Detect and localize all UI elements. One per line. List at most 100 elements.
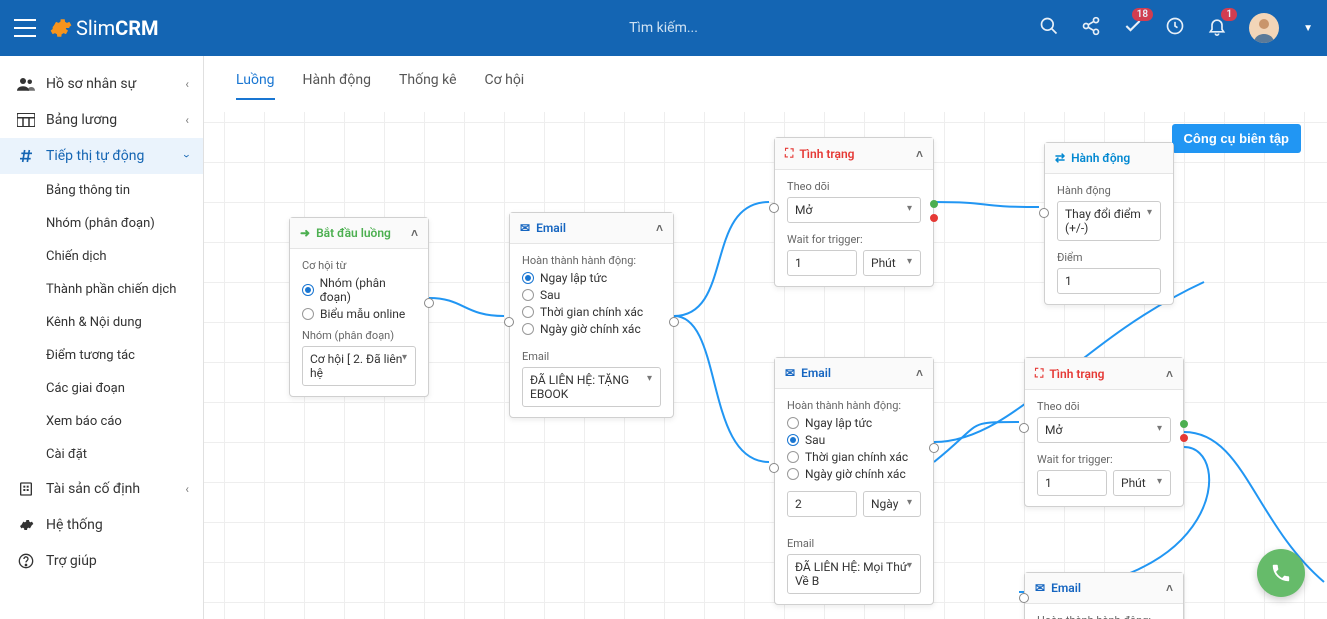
email-label: Email — [522, 350, 661, 363]
track-label: Theo dõi — [1037, 400, 1171, 413]
sidebar-label: Tiếp thị tự động — [46, 148, 144, 164]
sidebar-item-payroll[interactable]: Bảng lương ‹ — [0, 102, 203, 138]
collapse-icon[interactable]: ˄ — [1166, 367, 1173, 381]
sidebar-item-marketing[interactable]: Tiếp thị tự động › — [0, 138, 203, 174]
sub-segments[interactable]: Nhóm (phân đoạn) — [0, 207, 203, 240]
help-icon — [14, 553, 38, 569]
sidebar-item-help[interactable]: Trợ giúp — [0, 543, 203, 579]
sidebar-item-assets[interactable]: Tài sản cố định ‹ — [0, 471, 203, 507]
search-placeholder[interactable]: Tìm kiếm... — [629, 20, 698, 36]
track-select[interactable]: Mở — [787, 197, 921, 223]
sidebar: Hồ sơ nhân sự ‹ Bảng lương ‹ Tiếp thị tự… — [0, 56, 204, 619]
brand-suffix: CRM — [115, 16, 158, 40]
collapse-icon[interactable]: ˄ — [1166, 581, 1173, 595]
node-status-2[interactable]: ⛶ Tình trạng ˄ Theo dõi Mở Wait for trigge… — [1024, 357, 1184, 507]
sub-stages[interactable]: Các giai đoạn — [0, 372, 203, 405]
sub-dashboard[interactable]: Bảng thông tin — [0, 174, 203, 207]
start-icon: ➜ — [300, 226, 310, 240]
node-title: Email — [536, 221, 566, 235]
sub-components[interactable]: Thành phần chiến dịch — [0, 273, 203, 306]
clock-icon[interactable] — [1165, 16, 1185, 40]
tab-opportunity[interactable]: Cơ hội — [485, 72, 525, 100]
node-email-1[interactable]: ✉Email˄ Hoàn thành hành động: Ngay lập t… — [509, 212, 674, 418]
point-input[interactable]: 1 — [1057, 268, 1161, 294]
radio-segment[interactable]: Nhóm (phân đoạn) — [302, 276, 416, 304]
sub-campaigns[interactable]: Chiến dịch — [0, 240, 203, 273]
tab-actions[interactable]: Hành động — [303, 72, 371, 100]
user-menu-caret[interactable]: ▼ — [1303, 23, 1313, 34]
flow-canvas[interactable]: Công cụ biên tập ➜ Bắt đầu luồng ˄ Cơ hội … — [204, 112, 1327, 619]
collapse-icon[interactable]: ˄ — [656, 221, 663, 235]
building-icon — [14, 481, 38, 497]
radio-after[interactable]: Sau — [522, 288, 661, 302]
node-email-2[interactable]: ✉ Email ˄ Hoàn thành hành động: Ngay lập t… — [774, 357, 934, 605]
radio-exact-date[interactable]: Ngày giờ chính xác — [787, 467, 921, 481]
segment-label: Nhóm (phân đoạn) — [302, 329, 416, 342]
editor-tools-button[interactable]: Công cụ biên tập — [1172, 124, 1301, 153]
search-icon[interactable] — [1039, 16, 1059, 40]
node-start[interactable]: ➜Bắt đầu luồng˄ Cơ hội từ Nhóm (phân đoạ… — [289, 217, 429, 397]
sub-reports[interactable]: Xem báo cáo — [0, 405, 203, 438]
node-status-1[interactable]: ⛶Tình trạng˄ Theo dõi Mở Wait for trigge… — [774, 137, 934, 287]
email-icon: ✉ — [785, 366, 795, 380]
sub-points[interactable]: Điểm tương tác — [0, 339, 203, 372]
share-icon[interactable] — [1081, 16, 1101, 40]
sub-channels[interactable]: Kênh & Nội dung — [0, 306, 203, 339]
sidebar-label: Trợ giúp — [46, 553, 97, 569]
node-email-3[interactable]: ✉Email˄ Hoàn thành hành động: — [1024, 572, 1184, 619]
email-select[interactable]: ĐÃ LIÊN HỆ: Mọi Thứ Về B — [787, 554, 921, 594]
table-icon — [14, 113, 38, 127]
track-select[interactable]: Mở — [1037, 417, 1171, 443]
node-title: Tình trạng — [1049, 367, 1104, 381]
point-label: Điểm — [1057, 251, 1161, 264]
sidebar-label: Tài sản cố định — [46, 481, 140, 497]
delay-unit[interactable]: Ngày — [863, 491, 921, 517]
sub-settings[interactable]: Cài đặt — [0, 438, 203, 471]
wait-num[interactable]: 1 — [787, 250, 857, 276]
email-icon: ✉ — [1035, 581, 1045, 595]
complete-label: Hoàn thành hành động: — [1037, 614, 1171, 619]
radio-exact-time[interactable]: Thời gian chính xác — [522, 305, 661, 319]
phone-icon — [1270, 562, 1292, 584]
brand-logo[interactable]: SlimCRM — [48, 16, 159, 40]
radio-exact-time[interactable]: Thời gian chính xác — [787, 450, 921, 464]
node-title: Email — [801, 366, 831, 380]
check-badge: 18 — [1132, 8, 1153, 21]
node-title: Bắt đầu luồng — [316, 226, 391, 240]
radio-after[interactable]: Sau — [787, 433, 921, 447]
node-action[interactable]: ⇄Hành động Hành động Thay đổi điểm (+/-)… — [1044, 142, 1174, 305]
tab-flow[interactable]: Luồng — [236, 72, 275, 100]
sidebar-label: Bảng lương — [46, 112, 117, 128]
node-title: Hành động — [1071, 151, 1130, 165]
wait-label: Wait for trigger: — [1037, 453, 1171, 466]
email-select[interactable]: ĐÃ LIÊN HỆ: TẶNG EBOOK — [522, 367, 661, 407]
collapse-icon[interactable]: ˄ — [916, 147, 923, 161]
chevron-left-icon: ‹ — [185, 482, 189, 496]
wait-num[interactable]: 1 — [1037, 470, 1107, 496]
sidebar-item-system[interactable]: Hệ thống — [0, 507, 203, 543]
main: Luồng Hành động Thống kê Cơ hội Công cụ … — [204, 56, 1327, 619]
action-select[interactable]: Thay đổi điểm (+/-) — [1057, 201, 1161, 241]
radio-form[interactable]: Biểu mẫu online — [302, 307, 416, 321]
radio-immediate[interactable]: Ngay lập tức — [522, 271, 661, 285]
wait-label: Wait for trigger: — [787, 233, 921, 246]
delay-num[interactable]: 2 — [787, 491, 857, 517]
tab-stats[interactable]: Thống kê — [399, 72, 457, 100]
avatar[interactable] — [1249, 13, 1279, 43]
wait-unit[interactable]: Phút — [863, 250, 921, 276]
collapse-icon[interactable]: ˄ — [411, 226, 418, 240]
bell-icon[interactable]: 1 — [1207, 16, 1227, 40]
sidebar-item-hr[interactable]: Hồ sơ nhân sự ‹ — [0, 66, 203, 102]
expand-icon: ⛶ — [1035, 366, 1043, 381]
expand-icon: ⛶ — [785, 146, 793, 161]
call-fab[interactable] — [1257, 549, 1305, 597]
collapse-icon[interactable]: ˄ — [916, 366, 923, 380]
complete-label: Hoàn thành hành động: — [787, 399, 921, 412]
segment-select[interactable]: Cơ hội [ 2. Đã liên hệ — [302, 346, 416, 386]
radio-exact-date[interactable]: Ngày giờ chính xác — [522, 322, 661, 336]
wait-unit[interactable]: Phút — [1113, 470, 1171, 496]
menu-toggle[interactable] — [14, 19, 36, 37]
check-icon[interactable]: 18 — [1123, 16, 1143, 40]
sidebar-label: Hệ thống — [46, 517, 103, 533]
radio-immediate[interactable]: Ngay lập tức — [787, 416, 921, 430]
